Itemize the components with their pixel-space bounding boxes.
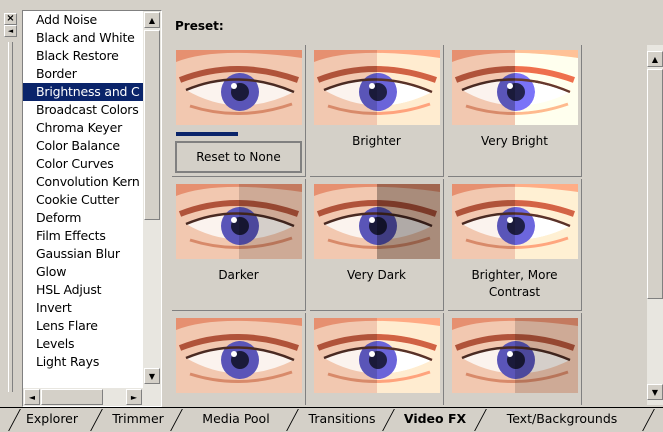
preset-label: Darker <box>218 268 259 282</box>
effect-list-item[interactable]: Black Restore <box>23 47 143 65</box>
effects-list-vertical-scrollbar[interactable]: ▲ ▼ <box>143 11 161 388</box>
scroll-left-arrow-icon[interactable]: ◄ <box>24 389 40 405</box>
close-icon[interactable]: × <box>4 13 17 25</box>
tab-transitions[interactable]: Transitions <box>298 408 386 430</box>
dock-strip: × ◄ <box>0 10 20 405</box>
effect-list-item[interactable]: Add Noise <box>23 11 143 29</box>
effects-list-horizontal-scrollbar[interactable]: ◄ ► <box>23 388 161 406</box>
effect-list-item[interactable]: Broadcast Colors <box>23 101 143 119</box>
effect-list-item[interactable]: HSL Adjust <box>23 281 143 299</box>
preset-tile[interactable] <box>448 313 582 405</box>
tab-divider <box>170 409 183 431</box>
effect-list-item[interactable]: Cookie Cutter <box>23 191 143 209</box>
effects-list[interactable]: Add Noise Black and White Black Restore Bor… <box>22 10 162 407</box>
tab-text-backgrounds[interactable]: Text/Backgrounds <box>484 408 640 430</box>
effect-list-item[interactable]: Gaussian Blur <box>23 245 143 263</box>
tab-divider <box>90 409 103 431</box>
tab-divider <box>642 409 655 431</box>
preset-tile[interactable]: Reset to None <box>172 45 306 177</box>
effect-list-item[interactable]: Film Effects <box>23 227 143 245</box>
effect-list-item[interactable]: Border <box>23 65 143 83</box>
selection-indicator <box>176 132 238 136</box>
effect-list-item[interactable]: Brightness and C <box>23 83 143 101</box>
effects-list-items: Add Noise Black and White Black Restore Bor… <box>23 11 143 387</box>
preset-tile[interactable]: Darker <box>172 179 306 311</box>
preset-tile[interactable]: Very Bright <box>448 45 582 177</box>
tab-media-pool[interactable]: Media Pool <box>182 408 290 430</box>
eye-preview-icon <box>452 184 578 259</box>
eye-preview-icon <box>452 50 578 125</box>
preset-label: Brighter <box>352 134 401 148</box>
effect-list-item[interactable]: Deform <box>23 209 143 227</box>
preset-tile[interactable]: Brighter <box>310 45 444 177</box>
scroll-down-arrow-icon[interactable]: ▼ <box>647 384 663 400</box>
effect-list-item[interactable]: Convolution Kern <box>23 173 143 191</box>
horizontal-scrollbar-thumb[interactable] <box>41 389 103 405</box>
preset-tile[interactable]: Very Dark <box>310 179 444 311</box>
scroll-up-arrow-icon[interactable]: ▲ <box>647 51 663 67</box>
preset-label: Reset to None <box>175 141 302 173</box>
preset-grid: Reset to None Brighter Very Bright Darke… <box>172 45 647 405</box>
preset-tile[interactable]: Brighter, More Contrast <box>448 179 582 311</box>
preset-tile[interactable] <box>310 313 444 405</box>
effect-list-item[interactable]: Lens Flare <box>23 317 143 335</box>
eye-preview-icon <box>314 184 440 259</box>
effect-list-item[interactable]: Color Curves <box>23 155 143 173</box>
scroll-right-arrow-icon[interactable]: ► <box>126 389 142 405</box>
tab-bar: Explorer Trimmer Media Pool Transitions Vide… <box>0 407 663 432</box>
effect-list-item[interactable]: Light Rays <box>23 353 143 371</box>
resize-grip[interactable] <box>8 42 13 392</box>
preset-label: Preset: <box>175 19 224 33</box>
preset-label: Very Dark <box>347 268 406 282</box>
effect-list-item[interactable]: Color Balance <box>23 137 143 155</box>
tab-trimmer[interactable]: Trimmer <box>104 408 172 430</box>
eye-preview-icon <box>452 318 578 393</box>
preset-label: Brighter, More Contrast <box>471 268 558 299</box>
preset-label: Very Bright <box>481 134 548 148</box>
effect-list-item[interactable]: Glow <box>23 263 143 281</box>
tab-explorer[interactable]: Explorer <box>12 408 92 430</box>
effect-list-item[interactable]: Chroma Keyer <box>23 119 143 137</box>
collapse-arrow-icon[interactable]: ◄ <box>4 25 17 37</box>
scrollbar-thumb[interactable] <box>647 69 663 299</box>
eye-preview-icon <box>314 318 440 393</box>
eye-preview-icon <box>314 50 440 125</box>
effect-list-item[interactable]: Invert <box>23 299 143 317</box>
eye-preview-icon <box>176 318 302 393</box>
preset-grid-vertical-scrollbar[interactable]: ▲ ▼ <box>647 45 663 405</box>
scroll-up-arrow-icon[interactable]: ▲ <box>144 12 160 28</box>
eye-preview-icon <box>176 184 302 259</box>
preset-tile[interactable] <box>172 313 306 405</box>
effect-list-item[interactable]: Levels <box>23 335 143 353</box>
eye-preview-icon <box>176 50 302 125</box>
scrollbar-thumb[interactable] <box>144 30 160 220</box>
effect-list-item[interactable]: Black and White <box>23 29 143 47</box>
scroll-down-arrow-icon[interactable]: ▼ <box>144 368 160 384</box>
tab-video-fx[interactable]: Video FX <box>392 408 478 430</box>
